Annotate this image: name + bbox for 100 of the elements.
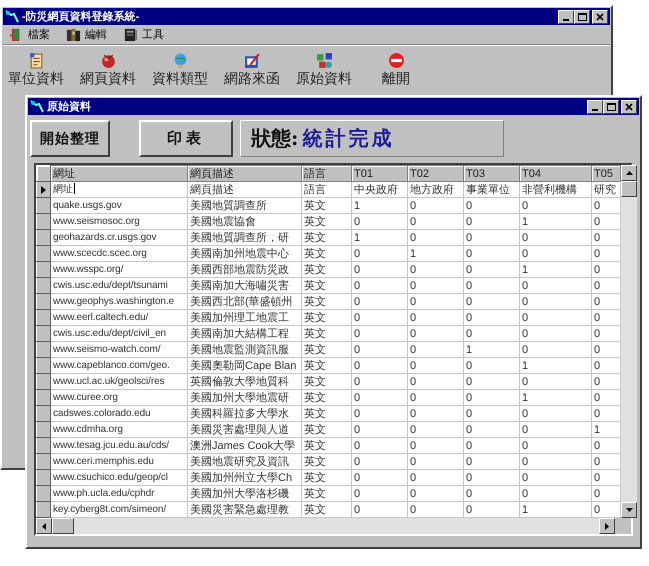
maximize-icon: [578, 12, 586, 20]
close-button[interactable]: [592, 10, 608, 24]
toolbar-button[interactable]: 離開: [365, 52, 427, 88]
table-cell: 事業單位: [464, 182, 520, 198]
maximize-button[interactable]: [574, 10, 590, 24]
menu-item[interactable]: 檔案: [7, 27, 52, 42]
column-header[interactable]: T02: [408, 166, 464, 182]
close-button[interactable]: [621, 100, 637, 114]
table-cell: 英文: [302, 374, 352, 390]
table-cell: 0: [352, 374, 408, 390]
right-arrow-icon: [605, 522, 609, 530]
up-arrow-icon: [626, 171, 632, 175]
puzzle-icon: [316, 52, 332, 69]
row-selector[interactable]: [36, 262, 50, 278]
row-selector[interactable]: [36, 230, 50, 246]
row-selector[interactable]: [36, 374, 50, 390]
table-cell: www.eerl.caltech.edu/: [50, 310, 188, 326]
table-cell: 0: [520, 310, 592, 326]
row-selector[interactable]: [36, 454, 50, 470]
minimize-button[interactable]: [587, 100, 603, 114]
row-selector[interactable]: [36, 502, 50, 518]
column-header[interactable]: 網址: [50, 166, 188, 182]
table-cell: 0: [352, 358, 408, 374]
minimize-button[interactable]: [558, 10, 574, 24]
table-cell: 0: [408, 422, 464, 438]
table-cell: 0: [408, 438, 464, 454]
table-cell: 0: [352, 214, 408, 230]
table-cell: 美國西北部(華盛頓州: [188, 294, 302, 310]
table-cell: 0: [408, 454, 464, 470]
table-cell: 英文: [302, 198, 352, 214]
table-cell: 英文: [302, 470, 352, 486]
table-cell: 0: [520, 326, 592, 342]
scroll-thumb[interactable]: [52, 518, 74, 534]
table-cell: 0: [520, 422, 592, 438]
row-selector[interactable]: [36, 438, 50, 454]
table-cell: 0: [352, 470, 408, 486]
document-icon: [28, 52, 44, 69]
table-cell: 0: [408, 390, 464, 406]
table-cell: 0: [464, 390, 520, 406]
toolbar-button[interactable]: 原始資料: [293, 52, 355, 88]
table-cell: 美國南加州地震中心: [188, 246, 302, 262]
column-header[interactable]: T05: [592, 166, 620, 182]
row-selector[interactable]: [36, 342, 50, 358]
toolbar-button[interactable]: 單位資料: [5, 52, 67, 88]
table-cell: 0: [408, 278, 464, 294]
horizontal-scrollbar[interactable]: [36, 518, 631, 534]
row-selector[interactable]: [36, 214, 50, 230]
scroll-thumb[interactable]: [621, 181, 637, 197]
column-header[interactable]: T01: [352, 166, 408, 182]
action-button[interactable]: 開始整理: [30, 120, 110, 157]
row-selector[interactable]: [36, 390, 50, 406]
row-selector[interactable]: [36, 326, 50, 342]
table-cell: 0: [464, 486, 520, 502]
table-cell: cwis.usc.edu/dept/tsunami: [50, 278, 188, 294]
table-cell: 0: [520, 198, 592, 214]
table-cell: 0: [408, 406, 464, 422]
toolbar-button[interactable]: 網頁資料: [77, 52, 139, 88]
app-icon: [5, 10, 19, 23]
close-icon: [625, 102, 633, 110]
table-cell: 0: [352, 486, 408, 502]
table-cell: 英文: [302, 310, 352, 326]
row-selector[interactable]: [36, 198, 50, 214]
table-cell: 英國倫敦大學地質科: [188, 374, 302, 390]
table-cell: 0: [464, 406, 520, 422]
table-cell: 英文: [302, 214, 352, 230]
row-selector[interactable]: [36, 310, 50, 326]
table-cell: 0: [352, 262, 408, 278]
menu-item[interactable]: 工具: [121, 27, 166, 42]
row-selector[interactable]: [36, 358, 50, 374]
column-header[interactable]: T04: [520, 166, 592, 182]
table-cell: 語言: [302, 182, 352, 198]
table-cell: 1: [520, 358, 592, 374]
table-cell: 0: [352, 454, 408, 470]
table-cell: www.ceri.memphis.edu: [50, 454, 188, 470]
column-header[interactable]: 網頁描述: [188, 166, 302, 182]
toolbar-button[interactable]: 資料類型: [149, 52, 211, 88]
row-selector[interactable]: [36, 406, 50, 422]
globe-icon: [172, 52, 188, 69]
table-cell: 英文: [302, 326, 352, 342]
row-selector[interactable]: [36, 294, 50, 310]
row-selector[interactable]: [36, 470, 50, 486]
menu-item[interactable]: 編輯: [64, 27, 109, 42]
column-header[interactable]: T03: [464, 166, 520, 182]
maximize-button[interactable]: [603, 100, 619, 114]
row-selector[interactable]: [36, 246, 50, 262]
table-cell: www.curee.org: [50, 390, 188, 406]
column-header[interactable]: 語言: [302, 166, 352, 182]
row-selector[interactable]: [36, 486, 50, 502]
toolbar-button[interactable]: 網路來函: [221, 52, 283, 88]
row-selector[interactable]: [36, 278, 50, 294]
vertical-scrollbar[interactable]: [621, 165, 637, 518]
table-cell: 0: [408, 470, 464, 486]
app-icon: [30, 100, 44, 113]
table-cell: 0: [520, 454, 592, 470]
row-selector[interactable]: [36, 182, 50, 198]
table-cell: 英文: [302, 294, 352, 310]
row-selector[interactable]: [36, 422, 50, 438]
action-button[interactable]: 印表: [139, 120, 233, 157]
table-cell: www.scecdc.scec.org: [50, 246, 188, 262]
table-cell: 美國南加大海嘯災害: [188, 278, 302, 294]
